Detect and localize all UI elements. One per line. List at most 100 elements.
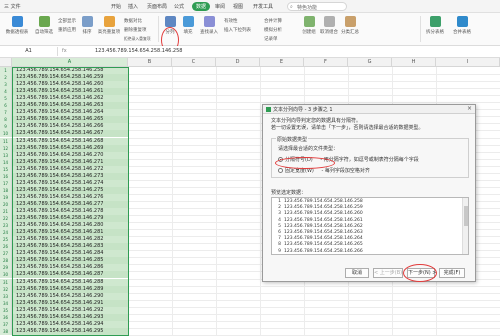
finish-button[interactable]: 完成(F) bbox=[439, 268, 465, 278]
back-button[interactable]: < 上一步(B) bbox=[373, 268, 403, 278]
row-header[interactable]: 36 bbox=[0, 313, 12, 321]
grid-line bbox=[128, 320, 500, 322]
name-box[interactable]: A1 bbox=[0, 47, 58, 56]
row-header[interactable]: 34 bbox=[0, 299, 12, 307]
row-header[interactable]: 35 bbox=[0, 306, 12, 314]
row-header[interactable]: 10 bbox=[0, 130, 12, 138]
row-header[interactable]: 22 bbox=[0, 215, 12, 223]
row-header[interactable]: 21 bbox=[0, 208, 12, 216]
fx-icon[interactable]: fx bbox=[62, 47, 67, 56]
merge-sheet-button[interactable]: 合并表格 bbox=[450, 16, 474, 35]
row-header[interactable]: 37 bbox=[0, 320, 12, 328]
row-header[interactable]: 11 bbox=[0, 137, 12, 145]
highlight-duplicates-button[interactable]: 高亮重复项 bbox=[97, 16, 121, 35]
reject-duplicates-button[interactable]: 拒绝录入重复项 bbox=[124, 36, 151, 42]
row-header[interactable]: 32 bbox=[0, 285, 12, 293]
create-group-button[interactable]: 创建组 bbox=[300, 16, 318, 35]
find-input-button[interactable]: 查找录入 bbox=[198, 16, 220, 35]
row-header[interactable]: 4 bbox=[0, 88, 12, 96]
subtotal-label: 分类汇总 bbox=[341, 30, 359, 35]
row-header[interactable]: 3 bbox=[0, 81, 12, 89]
row-header[interactable]: 25 bbox=[0, 236, 12, 244]
sort-button[interactable]: 排序 bbox=[80, 16, 94, 35]
fill-button[interactable]: 填充 bbox=[181, 16, 195, 35]
row-header[interactable]: 23 bbox=[0, 222, 12, 230]
column-header-g[interactable]: G bbox=[348, 58, 392, 67]
dialog-title-bar: 文本分列向导 - 3 步骤之 1 × bbox=[263, 105, 475, 114]
column-header-h[interactable]: H bbox=[392, 58, 436, 67]
preview-pane[interactable]: 1 123.456.789.154.654.258.146.258 2 123.456… bbox=[271, 197, 469, 255]
row-header[interactable]: 1 bbox=[0, 67, 12, 75]
command-search-box[interactable]: ⌕ 特色功能 bbox=[287, 2, 347, 11]
find-input-icon bbox=[203, 16, 215, 27]
find-input-label: 查找录入 bbox=[200, 30, 218, 35]
create-group-label: 创建组 bbox=[302, 30, 316, 35]
menu-developer[interactable]: 开发工具 bbox=[253, 3, 273, 10]
row-header[interactable]: 19 bbox=[0, 193, 12, 201]
split-sheet-label: 拆分表格 bbox=[426, 30, 444, 35]
validity-button[interactable]: 有效性 bbox=[224, 18, 238, 24]
menu-formulas[interactable]: 公式 bbox=[174, 3, 184, 10]
row-header[interactable]: 17 bbox=[0, 179, 12, 187]
simulate-analysis-button[interactable]: 模拟分析 bbox=[264, 27, 282, 33]
row-header[interactable]: 30 bbox=[0, 271, 12, 279]
row-header[interactable]: 9 bbox=[0, 123, 12, 131]
row-header[interactable]: 14 bbox=[0, 158, 12, 166]
row-header[interactable]: 28 bbox=[0, 257, 12, 265]
row-header[interactable]: 20 bbox=[0, 200, 12, 208]
split-sheet-button[interactable]: 拆分表格 bbox=[424, 16, 446, 35]
pivot-table-button[interactable]: 数据透视表 bbox=[4, 16, 30, 35]
filter-icon bbox=[38, 16, 50, 27]
row-header[interactable]: 2 bbox=[0, 74, 12, 82]
column-header-f[interactable]: F bbox=[304, 58, 348, 67]
column-header-b[interactable]: B bbox=[128, 58, 172, 67]
formula-input[interactable]: 123.456.789.154.654.258.146.258 bbox=[95, 47, 182, 56]
menu-home[interactable]: 开始 bbox=[111, 3, 121, 10]
row-header[interactable]: 18 bbox=[0, 186, 12, 194]
menu-page-layout[interactable]: 页面布局 bbox=[147, 3, 167, 10]
row-header[interactable]: 5 bbox=[0, 95, 12, 103]
menu-insert[interactable]: 插入 bbox=[128, 3, 138, 10]
column-header-d[interactable]: D bbox=[216, 58, 260, 67]
data-compare-button[interactable]: 数据对比 bbox=[124, 18, 142, 24]
row-header[interactable]: 13 bbox=[0, 151, 12, 159]
row-header[interactable]: 6 bbox=[0, 102, 12, 110]
close-icon[interactable]: × bbox=[467, 105, 472, 112]
consolidate-button[interactable]: 合并计算 bbox=[264, 18, 282, 24]
row-header[interactable]: 26 bbox=[0, 243, 12, 251]
subtotal-button[interactable]: 分类汇总 bbox=[340, 16, 360, 35]
ungroup-button[interactable]: 取消组合 bbox=[320, 16, 338, 35]
auto-filter-button[interactable]: 自动筛选 bbox=[33, 16, 55, 35]
menu-data[interactable]: 数据 bbox=[192, 2, 211, 11]
menu-view[interactable]: 视图 bbox=[233, 3, 243, 10]
column-header-e[interactable]: E bbox=[260, 58, 304, 67]
radio-fixed-width[interactable] bbox=[278, 168, 283, 173]
insert-dropdown-button[interactable]: 插入下拉列表 bbox=[224, 27, 251, 33]
row-header[interactable]: 31 bbox=[0, 278, 12, 286]
row-header[interactable]: 38 bbox=[0, 327, 12, 335]
select-all-corner[interactable] bbox=[0, 58, 12, 67]
record-form-button[interactable]: 记录单 bbox=[264, 36, 278, 42]
row-header[interactable]: 33 bbox=[0, 292, 12, 300]
column-header-i[interactable]: I bbox=[436, 58, 500, 67]
menu-file[interactable]: 三 文件 bbox=[4, 3, 21, 10]
show-all-button[interactable]: 全部显示 bbox=[58, 18, 76, 24]
preview-row-value: 123.456.789.154.654.258.146.261 bbox=[284, 217, 363, 223]
row-header[interactable]: 27 bbox=[0, 250, 12, 258]
cancel-button[interactable]: 取消 bbox=[345, 268, 369, 278]
row-header[interactable]: 12 bbox=[0, 144, 12, 152]
menu-review[interactable]: 审阅 bbox=[215, 3, 225, 10]
row-header[interactable]: 29 bbox=[0, 264, 12, 272]
reapply-button[interactable]: 重新应用 bbox=[58, 27, 76, 33]
delete-duplicates-button[interactable]: 删除重复项 bbox=[124, 27, 147, 33]
row-header[interactable]: 7 bbox=[0, 109, 12, 117]
row-header[interactable]: 24 bbox=[0, 229, 12, 237]
column-header-c[interactable]: C bbox=[172, 58, 216, 67]
row-header[interactable]: 15 bbox=[0, 165, 12, 173]
preview-row-value: 123.456.789.154.654.258.146.258 bbox=[284, 199, 363, 204]
scrollbar-thumb[interactable] bbox=[464, 206, 468, 226]
row-header[interactable]: 8 bbox=[0, 116, 12, 124]
ungroup-icon bbox=[323, 16, 335, 27]
row-header[interactable]: 16 bbox=[0, 172, 12, 180]
column-header-a[interactable]: A bbox=[12, 58, 128, 67]
